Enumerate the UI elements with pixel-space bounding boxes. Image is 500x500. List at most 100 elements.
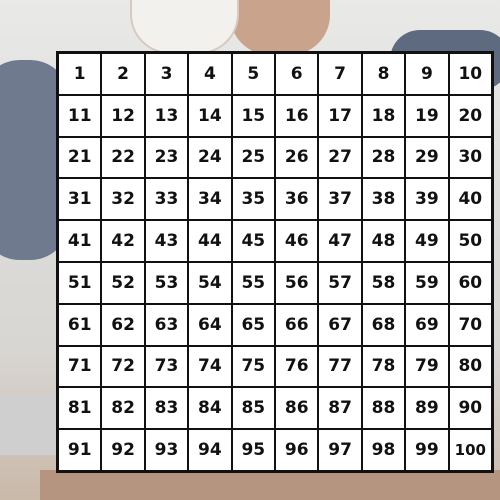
grid-cell[interactable]: 10 [448,53,492,95]
grid-cell[interactable]: 38 [361,178,406,221]
grid-cell[interactable]: 32 [101,178,145,221]
grid-cell[interactable]: 3 [144,53,189,95]
grid-cell[interactable]: 28 [361,136,406,179]
grid-cell[interactable]: 81 [58,387,102,430]
grid-cell[interactable]: 74 [188,345,232,388]
grid-cell[interactable]: 37 [318,178,362,221]
grid-cell[interactable]: 56 [275,261,319,304]
grid-cell[interactable]: 83 [144,387,189,430]
grid-cell[interactable]: 52 [101,261,145,304]
grid-cell[interactable]: 34 [188,178,232,221]
grid-cell[interactable]: 53 [144,261,189,304]
grid-cell[interactable]: 14 [188,94,232,137]
grid-cell[interactable]: 35 [231,178,275,221]
grid-cell[interactable]: 7 [318,53,362,95]
grid-cell[interactable]: 77 [318,345,362,388]
grid-cell[interactable]: 87 [318,387,362,430]
grid-cell[interactable]: 5 [231,53,275,95]
grid-cell[interactable]: 67 [318,303,362,346]
grid-cell[interactable]: 79 [405,345,449,388]
grid-cell[interactable]: 75 [231,345,275,388]
grid-cell[interactable]: 78 [361,345,406,388]
grid-cell[interactable]: 25 [231,136,275,179]
grid-cell[interactable]: 58 [361,261,406,304]
grid-cell[interactable]: 47 [318,220,362,262]
grid-cell[interactable]: 95 [231,429,275,471]
grid-cell[interactable]: 46 [275,220,319,262]
grid-cell[interactable]: 69 [405,303,449,346]
grid-cell[interactable]: 86 [275,387,319,430]
grid-cell[interactable]: 68 [361,303,406,346]
grid-cell[interactable]: 45 [231,220,275,262]
grid-cell[interactable]: 18 [361,94,406,137]
grid-cell[interactable]: 21 [58,136,102,179]
grid-cell[interactable]: 66 [275,303,319,346]
grid-cell[interactable]: 9 [405,53,449,95]
grid-cell[interactable]: 70 [448,303,492,346]
grid-cell[interactable]: 12 [101,94,145,137]
grid-cell[interactable]: 27 [318,136,362,179]
grid-cell[interactable]: 57 [318,261,362,304]
grid-cell[interactable]: 39 [405,178,449,221]
grid-cell[interactable]: 26 [275,136,319,179]
grid-cell[interactable]: 60 [448,261,492,304]
grid-cell[interactable]: 93 [144,429,189,471]
grid-cell[interactable]: 2 [101,53,145,95]
grid-cell[interactable]: 1 [58,53,102,95]
grid-cell[interactable]: 33 [144,178,189,221]
grid-cell[interactable]: 13 [144,94,189,137]
grid-cell[interactable]: 22 [101,136,145,179]
grid-cell[interactable]: 36 [275,178,319,221]
grid-cell[interactable]: 92 [101,429,145,471]
grid-cell[interactable]: 42 [101,220,145,262]
grid-cell[interactable]: 89 [405,387,449,430]
grid-cell[interactable]: 51 [58,261,102,304]
grid-cell[interactable]: 85 [231,387,275,430]
grid-cell[interactable]: 62 [101,303,145,346]
grid-cell[interactable]: 11 [58,94,102,137]
grid-cell[interactable]: 8 [361,53,406,95]
grid-cell[interactable]: 97 [318,429,362,471]
grid-cell[interactable]: 88 [361,387,406,430]
grid-cell[interactable]: 29 [405,136,449,179]
grid-cell[interactable]: 49 [405,220,449,262]
grid-cell[interactable]: 19 [405,94,449,137]
grid-cell[interactable]: 44 [188,220,232,262]
grid-cell[interactable]: 16 [275,94,319,137]
grid-cell[interactable]: 98 [361,429,406,471]
grid-cell[interactable]: 17 [318,94,362,137]
grid-cell[interactable]: 30 [448,136,492,179]
grid-cell[interactable]: 90 [448,387,492,430]
grid-cell[interactable]: 84 [188,387,232,430]
grid-cell[interactable]: 24 [188,136,232,179]
grid-cell[interactable]: 63 [144,303,189,346]
grid-cell[interactable]: 43 [144,220,189,262]
grid-cell[interactable]: 54 [188,261,232,304]
grid-cell[interactable]: 50 [448,220,492,262]
grid-cell[interactable]: 40 [448,178,492,221]
grid-cell[interactable]: 41 [58,220,102,262]
grid-cell[interactable]: 6 [275,53,319,95]
grid-cell[interactable]: 20 [448,94,492,137]
grid-cell[interactable]: 15 [231,94,275,137]
grid-cell[interactable]: 94 [188,429,232,471]
grid-cell[interactable]: 82 [101,387,145,430]
grid-cell[interactable]: 96 [275,429,319,471]
grid-cell[interactable]: 76 [275,345,319,388]
grid-cell[interactable]: 65 [231,303,275,346]
grid-cell[interactable]: 23 [144,136,189,179]
grid-cell[interactable]: 71 [58,345,102,388]
grid-cell[interactable]: 73 [144,345,189,388]
grid-cell[interactable]: 55 [231,261,275,304]
grid-cell[interactable]: 59 [405,261,449,304]
grid-cell[interactable]: 80 [448,345,492,388]
grid-cell[interactable]: 64 [188,303,232,346]
grid-cell[interactable]: 91 [58,429,102,471]
grid-cell[interactable]: 4 [188,53,232,95]
grid-cell[interactable]: 100 [448,429,492,471]
grid-cell[interactable]: 72 [101,345,145,388]
grid-cell[interactable]: 99 [405,429,449,471]
grid-cell[interactable]: 48 [361,220,406,262]
grid-cell[interactable]: 31 [58,178,102,221]
grid-cell[interactable]: 61 [58,303,102,346]
